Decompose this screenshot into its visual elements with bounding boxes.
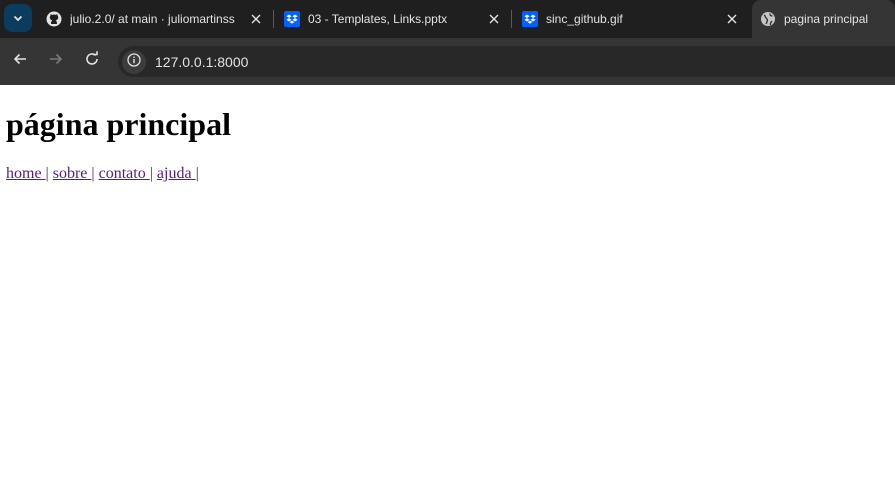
link-ajuda[interactable]: ajuda bbox=[157, 165, 196, 182]
tab-templates-pptx[interactable]: 03 - Templates, Links.pptx bbox=[276, 0, 508, 38]
close-icon[interactable] bbox=[248, 11, 264, 27]
link-contato[interactable]: contato bbox=[99, 165, 150, 182]
chevron-down-icon bbox=[12, 9, 24, 28]
tab-github[interactable]: julio.2.0/ at main · juliomartinss bbox=[38, 0, 270, 38]
forward-button[interactable] bbox=[46, 51, 66, 71]
reload-icon bbox=[84, 51, 100, 71]
tab-title: 03 - Templates, Links.pptx bbox=[308, 12, 448, 26]
site-info-button[interactable] bbox=[122, 49, 146, 74]
github-icon bbox=[46, 11, 62, 27]
tab-strip: julio.2.0/ at main · juliomartinss 03 - … bbox=[0, 0, 895, 38]
tab-title: sinc_github.gif bbox=[546, 12, 623, 26]
browser-toolbar: 127.0.0.1:8000 bbox=[0, 38, 895, 85]
tab-separator bbox=[273, 10, 274, 28]
reload-button[interactable] bbox=[82, 51, 102, 71]
tab-title: pagina principal bbox=[784, 12, 869, 26]
link-separator: | bbox=[149, 165, 153, 182]
arrow-right-icon bbox=[48, 51, 64, 71]
close-icon[interactable] bbox=[486, 11, 502, 27]
link-separator: | bbox=[45, 165, 49, 182]
tab-title: julio.2.0/ at main · juliomartinss bbox=[70, 12, 235, 26]
link-home[interactable]: home bbox=[6, 165, 46, 182]
tab-pagina-principal[interactable]: pagina principal bbox=[752, 0, 895, 38]
nav-links: home | sobre | contato | ajuda | bbox=[6, 165, 889, 183]
tab-search-button[interactable] bbox=[4, 4, 32, 32]
tab-separator bbox=[511, 10, 512, 28]
link-separator: | bbox=[91, 165, 95, 182]
arrow-left-icon bbox=[12, 51, 28, 71]
link-sobre[interactable]: sobre bbox=[53, 165, 92, 182]
link-separator: | bbox=[195, 165, 199, 182]
dropbox-icon bbox=[284, 11, 300, 27]
dropbox-icon bbox=[522, 11, 538, 27]
close-icon[interactable] bbox=[724, 11, 740, 27]
info-icon bbox=[127, 52, 141, 71]
tab-sinc-gif[interactable]: sinc_github.gif bbox=[514, 0, 746, 38]
page-content: página principal home | sobre | contato … bbox=[0, 106, 895, 183]
page-title: página principal bbox=[6, 106, 231, 142]
back-button[interactable] bbox=[10, 51, 30, 71]
address-bar[interactable]: 127.0.0.1:8000 bbox=[118, 46, 895, 77]
url-text[interactable]: 127.0.0.1:8000 bbox=[155, 54, 248, 70]
globe-icon bbox=[760, 11, 776, 27]
